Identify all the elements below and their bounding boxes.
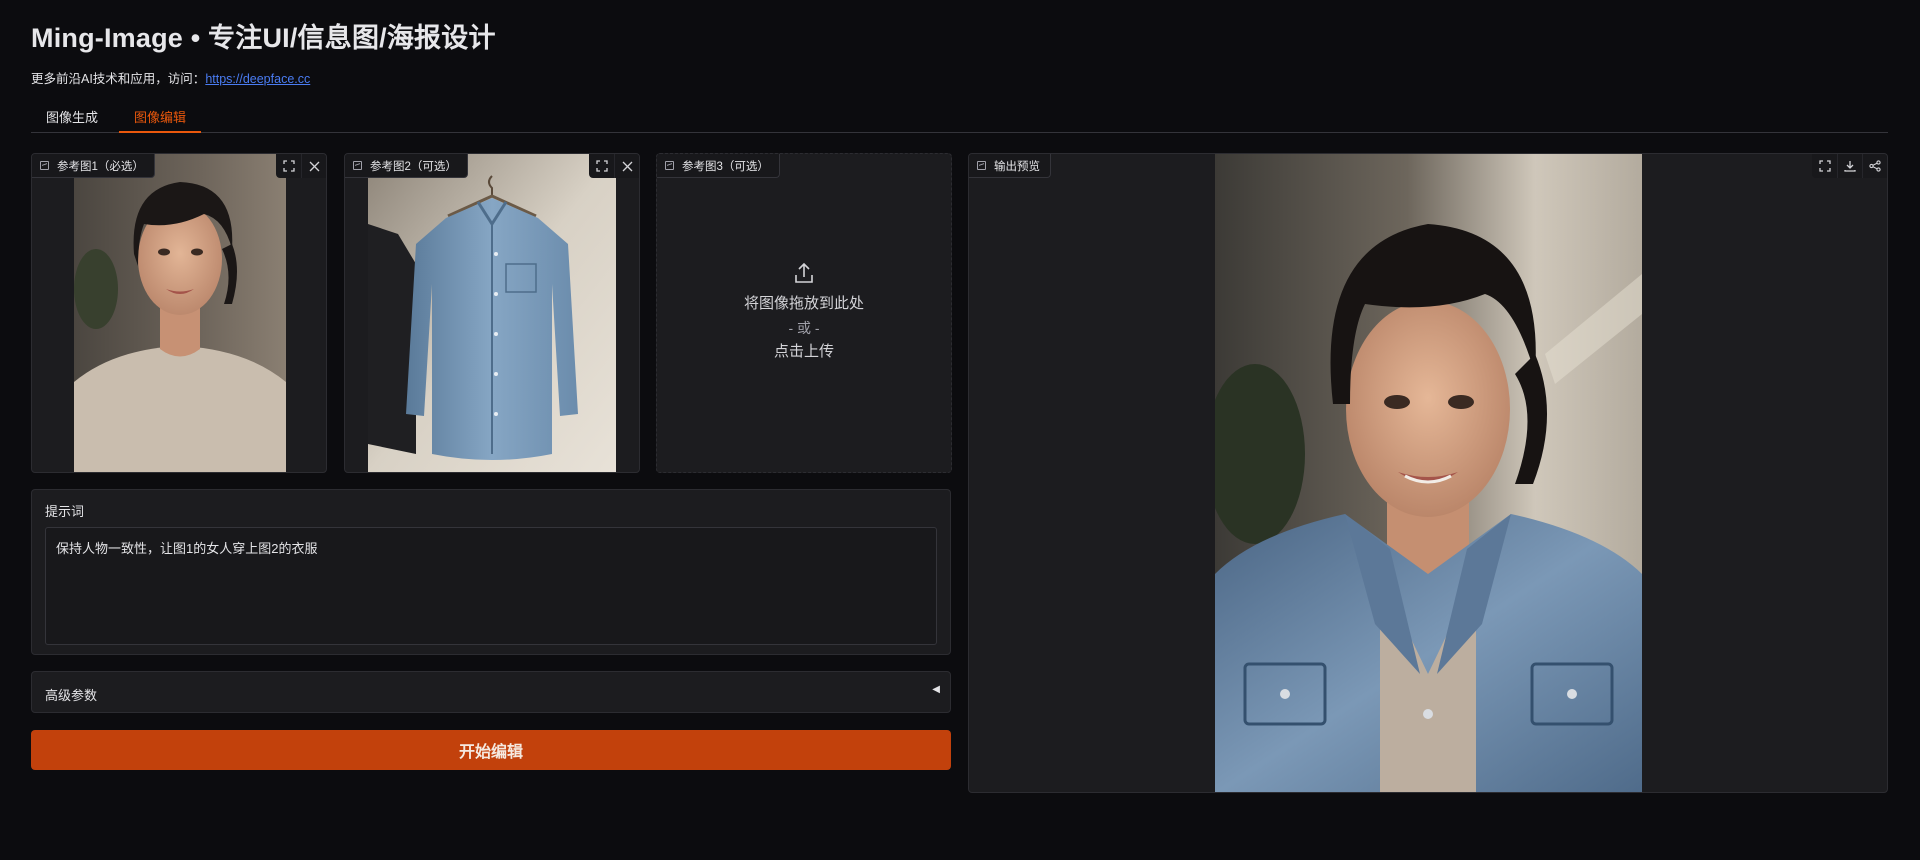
image-icon xyxy=(353,161,362,170)
subtitle-text: 更多前沿AI技术和应用，访问： xyxy=(31,72,206,86)
upload-drop-text: 将图像拖放到此处 xyxy=(743,295,864,312)
upload-click-text: 点击上传 xyxy=(773,343,834,360)
prompt-input[interactable]: 保持人物一致性，让图1的女人穿上图2的衣服 xyxy=(45,527,937,645)
reference-image-1-tools xyxy=(276,154,326,178)
fullscreen-icon[interactable] xyxy=(1812,154,1837,178)
deepface-link[interactable]: https://deepface.cc xyxy=(205,72,310,86)
app-root: Ming-Image • 专注UI/信息图/海报设计 更多前沿AI技术和应用，访… xyxy=(31,0,1888,860)
reference-image-3-panel[interactable]: 参考图3（可选） 将图像拖放到此处 - 或 - 点击上传 xyxy=(656,153,952,473)
share-icon[interactable] xyxy=(1862,154,1887,178)
tab-bar: 图像生成 图像编辑 xyxy=(31,100,1888,133)
output-preview-panel: 输出预览 xyxy=(968,153,1888,793)
page-subtitle: 更多前沿AI技术和应用，访问：https://deepface.cc xyxy=(31,68,310,87)
page-title: Ming-Image • 专注UI/信息图/海报设计 xyxy=(31,23,496,53)
advanced-params-label: 高级参数 xyxy=(45,688,98,703)
reference-image-2-panel[interactable]: 参考图2（可选） xyxy=(344,153,640,473)
prompt-block: 提示词 保持人物一致性，让图1的女人穿上图2的衣服 xyxy=(31,489,951,655)
fullscreen-icon[interactable] xyxy=(589,154,614,178)
close-icon[interactable] xyxy=(614,154,639,178)
advanced-params-accordion[interactable]: 高级参数 ◀ xyxy=(31,671,951,713)
denim-shirt-on-hanger-photo xyxy=(368,154,616,472)
start-edit-button[interactable]: 开始编辑 xyxy=(31,730,951,770)
upload-icon xyxy=(795,262,813,283)
reference-image-2-tools xyxy=(589,154,639,178)
reference-image-2-label: 参考图2（可选） xyxy=(345,154,468,178)
collapse-arrow-icon: ◀ xyxy=(932,684,940,695)
woman-in-denim-jacket-photo xyxy=(1205,154,1642,792)
tab-image-generation[interactable]: 图像生成 xyxy=(31,107,113,133)
image-icon xyxy=(977,161,986,170)
tab-image-editing[interactable]: 图像编辑 xyxy=(119,107,202,133)
woman-portrait-photo xyxy=(74,154,286,472)
reference-image-1-label: 参考图1（必选） xyxy=(32,154,155,178)
prompt-label: 提示词 xyxy=(45,504,85,519)
reference-image-1-panel[interactable]: 参考图1（必选） xyxy=(31,153,327,473)
fullscreen-icon[interactable] xyxy=(276,154,301,178)
upload-dropzone[interactable]: 将图像拖放到此处 - 或 - 点击上传 xyxy=(657,154,951,472)
output-preview-label: 输出预览 xyxy=(969,154,1051,178)
reference-image-3-label: 参考图3（可选） xyxy=(657,154,780,178)
close-icon[interactable] xyxy=(301,154,326,178)
download-icon[interactable] xyxy=(1837,154,1862,178)
output-preview-tools xyxy=(1812,154,1887,178)
image-icon xyxy=(40,161,49,170)
upload-or-text: - 或 - xyxy=(788,320,820,336)
image-icon xyxy=(665,161,674,170)
